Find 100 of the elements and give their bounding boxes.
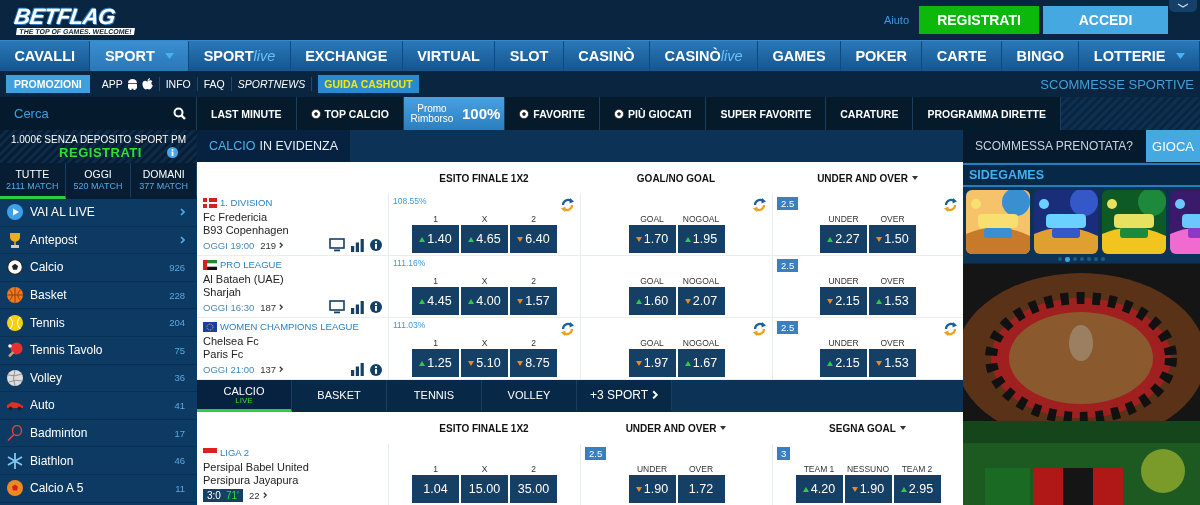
odds-button[interactable]: 1.95 <box>677 225 725 253</box>
outcome-label: 2 <box>531 336 536 349</box>
trend-down-icon <box>517 298 524 304</box>
odds-button[interactable]: 1.60 <box>628 287 676 315</box>
odds-button[interactable]: 5.10 <box>461 349 508 377</box>
league-link[interactable]: PRO LEAGUE <box>220 259 282 270</box>
quick-tab[interactable]: PROGRAMMA DIRETTE <box>913 97 1062 130</box>
race-car-icon <box>6 399 24 412</box>
odds-button[interactable]: 4.45 <box>412 287 459 315</box>
sport-link[interactable]: Auto <box>30 398 169 413</box>
odds-button[interactable]: 6.40 <box>510 225 557 253</box>
odds-button[interactable]: 4.20 <box>795 475 843 503</box>
chevron-icon <box>279 241 284 249</box>
payout-percent: 111.16% <box>393 258 426 268</box>
nav-link[interactable]: FAQ <box>197 77 232 91</box>
markets-count[interactable]: 22 <box>248 490 260 501</box>
markets-count[interactable]: 219 <box>260 239 277 251</box>
carousel-dot[interactable] <box>1094 257 1098 261</box>
section-tab[interactable]: CALCIO IN EVIDENZA <box>197 130 351 162</box>
markets-count[interactable]: 187 <box>260 301 277 313</box>
category-tab[interactable]: CALCIO LIVE <box>197 380 292 412</box>
odds-button[interactable]: 1.90 <box>844 475 892 503</box>
nav-tab[interactable]: SPORT <box>90 41 190 71</box>
section-title: SIDEGAMES <box>969 168 1044 182</box>
booking-input[interactable]: SCOMMESSA PRENOTATA? <box>973 138 1136 154</box>
odds-button[interactable]: 1.97 <box>628 349 676 377</box>
trend-up-icon <box>635 298 642 304</box>
odds-button[interactable]: 2.15 <box>820 349 867 377</box>
outcome-label: X <box>481 462 488 475</box>
outcome-label: OVER <box>880 212 905 225</box>
odds-button[interactable]: 1.67 <box>677 349 725 377</box>
odds-button[interactable]: 1.40 <box>412 225 459 253</box>
odds-button[interactable]: 8.75 <box>510 349 557 377</box>
date-tab[interactable]: OGGI 520 MATCH <box>65 163 132 199</box>
odds-button[interactable]: 2.95 <box>893 475 941 503</box>
odds-button[interactable]: 15.00 <box>461 475 508 503</box>
category-tab[interactable]: VOLLEY <box>482 380 577 412</box>
carousel-dot[interactable] <box>1087 257 1091 261</box>
sport-link[interactable]: Biathlon <box>30 453 169 468</box>
sport-link[interactable]: Tennis Tavolo <box>30 343 169 358</box>
help-link[interactable]: Aiuto <box>883 14 909 26</box>
category-tab[interactable]: BASKET <box>292 380 387 412</box>
odds-button[interactable]: 1.04 <box>412 475 459 503</box>
collapse-icon[interactable] <box>1169 0 1197 12</box>
odds-button[interactable]: 35.00 <box>510 475 557 503</box>
outcome-label: NOGOAL <box>682 336 720 349</box>
section-title: SCOMMESSE SPORTIVE <box>1040 76 1194 92</box>
odds-button[interactable]: 1.50 <box>869 225 916 253</box>
odds-button[interactable]: 2.15 <box>820 287 867 315</box>
carousel-dot[interactable] <box>1080 257 1084 261</box>
sport-link[interactable]: Calcio <box>30 260 164 275</box>
quick-tab[interactable]: PIÙ GIOCATI <box>600 97 707 130</box>
trend-up-icon <box>684 360 691 366</box>
quick-tab[interactable]: CARATURE <box>826 97 914 130</box>
chevron-icon <box>262 492 267 499</box>
quick-tab[interactable]: FAVORITE <box>505 97 601 130</box>
register-link[interactable]: REGISTRATI <box>59 144 142 160</box>
odds-button[interactable]: 2.27 <box>820 225 867 253</box>
odds-button[interactable]: 1.90 <box>628 475 676 503</box>
odds-button[interactable]: 4.65 <box>461 225 508 253</box>
odds-button[interactable]: 1.53 <box>869 287 916 315</box>
sport-link[interactable]: Calcio A 5 <box>30 481 170 496</box>
sport-link[interactable]: Volley <box>30 370 169 385</box>
quick-tab[interactable]: LAST MINUTE <box>197 97 297 130</box>
quick-tab[interactable]: SUPER FAVORITE <box>706 97 827 130</box>
odds-button[interactable]: 1.72 <box>677 475 725 503</box>
team-name: Al Bataeh (UAE) <box>203 273 285 286</box>
booking-field[interactable]: SCOMMESSA PRENOTATA? <box>963 130 1146 162</box>
basketball-icon <box>7 287 23 304</box>
nav-link[interactable]: SPORTNEWS <box>231 77 313 91</box>
line-badge: 2.5 <box>777 259 799 272</box>
markets-count[interactable]: 137 <box>260 364 277 375</box>
nav-link[interactable]: INFO <box>159 77 198 91</box>
odds-button[interactable]: 4.00 <box>461 287 508 315</box>
outcome-label: GOAL <box>640 336 664 349</box>
search-field[interactable]: Cerca <box>0 97 197 130</box>
carousel-dot[interactable] <box>1073 257 1077 261</box>
sport-link[interactable]: Antepost <box>30 232 174 247</box>
date-tab[interactable]: TUTTE 2111 MATCH <box>0 163 66 199</box>
carousel-dot[interactable] <box>1101 257 1105 261</box>
odds-button[interactable]: 1.70 <box>628 225 676 253</box>
search-input[interactable]: Cerca <box>12 105 173 122</box>
category-tab[interactable]: TENNIS <box>387 380 482 412</box>
sport-link[interactable]: VAI AL LIVE <box>30 205 174 220</box>
carousel-dot[interactable] <box>1058 257 1062 261</box>
sport-link[interactable]: Basket <box>30 288 164 303</box>
odds-button[interactable]: 1.25 <box>412 349 459 377</box>
odds-button[interactable]: 1.53 <box>869 349 916 377</box>
league-link[interactable]: LIGA 2 <box>220 447 250 458</box>
sport-link[interactable]: Badminton <box>30 426 169 441</box>
outcome-label: 1 <box>433 274 438 287</box>
sport-link[interactable]: Tennis <box>30 315 164 330</box>
league-link[interactable]: WOMEN CHAMPIONS LEAGUE <box>220 321 359 332</box>
chevron-icon <box>279 366 284 373</box>
app-link[interactable]: APP <box>101 78 123 90</box>
odds-button[interactable]: 2.07 <box>677 287 725 315</box>
odds-button[interactable]: 1.57 <box>510 287 557 315</box>
league-link[interactable]: 1. DIVISION <box>220 197 273 208</box>
more-sports-tab[interactable]: +3 SPORT <box>577 380 672 412</box>
quick-tab[interactable]: TOP CALCIO <box>296 97 404 130</box>
